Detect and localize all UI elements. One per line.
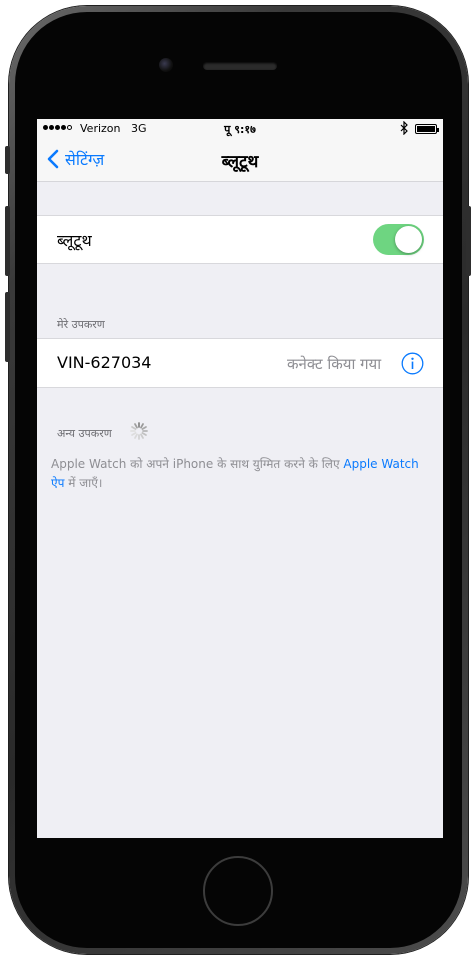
status-time: पू ९:१७ xyxy=(224,123,256,136)
volume-up-button xyxy=(5,206,10,276)
hint-text-end: में जाएँ। xyxy=(64,476,103,490)
status-bar: Verizon 3G पू ९:१७ xyxy=(37,119,443,139)
battery-fill xyxy=(417,126,435,132)
home-button[interactable] xyxy=(203,856,273,926)
other-devices-header: अन्य उपकरण xyxy=(57,427,112,440)
device-name: VIN-627034 xyxy=(57,353,152,372)
power-button xyxy=(466,206,471,276)
navigation-bar: सेटिंग्ज़ ब्लूटूथ xyxy=(37,139,443,182)
silent-switch xyxy=(5,146,10,174)
earpiece-speaker xyxy=(203,62,277,70)
page-title: ब्लूटूथ xyxy=(221,152,259,172)
toggle-knob xyxy=(395,226,422,253)
screen: Verizon 3G पू ९:१७ सेटिंग्ज़ ब्लूटूथ ब्ल… xyxy=(37,119,443,838)
bluetooth-icon xyxy=(400,121,408,135)
watch-pairing-hint: Apple Watch को अपने iPhone के साथ युग्मि… xyxy=(51,455,431,493)
bluetooth-toggle-switch[interactable] xyxy=(373,224,424,255)
hint-text-start: Apple Watch को अपने iPhone के साथ युग्मि… xyxy=(51,457,344,471)
bluetooth-label: ब्लूटूथ xyxy=(57,231,92,250)
bluetooth-toggle-row: ब्लूटूथ xyxy=(37,215,443,264)
my-devices-header: मेरे उपकरण xyxy=(57,318,105,331)
info-icon[interactable] xyxy=(401,352,424,375)
device-row[interactable]: VIN-627034 कनेक्ट किया गया xyxy=(37,338,443,388)
battery-icon xyxy=(415,124,439,134)
front-camera xyxy=(159,58,173,72)
volume-down-button xyxy=(5,292,10,362)
loading-spinner-icon xyxy=(130,422,148,440)
device-status: कनेक्ट किया गया xyxy=(287,355,382,373)
